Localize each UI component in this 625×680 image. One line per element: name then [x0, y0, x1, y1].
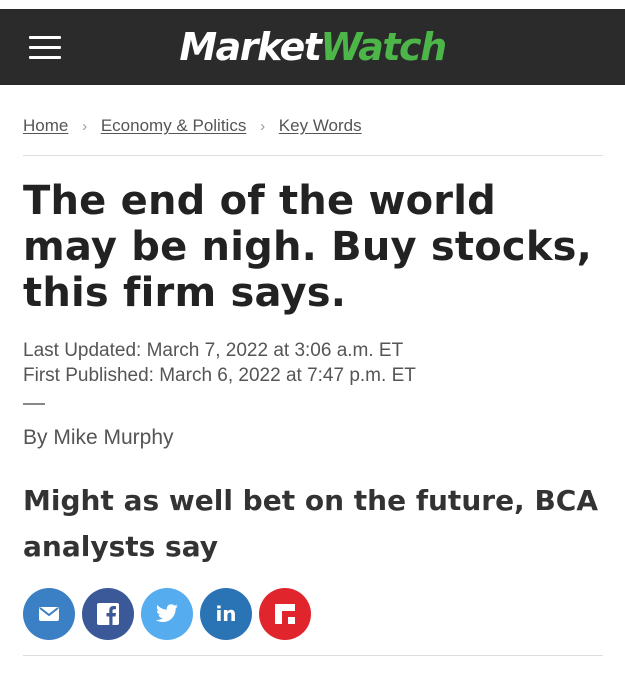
breadcrumb-separator: › — [82, 118, 88, 135]
share-facebook-button[interactable] — [82, 588, 134, 640]
status-strip — [0, 0, 625, 9]
logo-market: Market — [179, 25, 322, 69]
last-updated: Last Updated: March 7, 2022 at 3:06 a.m.… — [23, 340, 404, 361]
site-header: MarketWatch — [0, 9, 625, 85]
facebook-icon — [97, 603, 119, 625]
divider — [23, 655, 603, 656]
article-headline: The end of the world may be nigh. Buy st… — [23, 178, 593, 316]
first-published: First Published: March 6, 2022 at 7:47 p… — [23, 365, 416, 386]
breadcrumb-separator: › — [260, 118, 266, 135]
dash-divider — [23, 403, 45, 405]
breadcrumb-key-words[interactable]: Key Words — [279, 116, 362, 135]
breadcrumb: Home › Economy & Politics › Key Words — [23, 116, 362, 136]
email-icon — [39, 607, 59, 621]
article-subheadline: Might as well bet on the future, BCA ana… — [23, 484, 598, 563]
divider — [23, 155, 603, 156]
article-dates: Last Updated: March 7, 2022 at 3:06 a.m.… — [23, 338, 416, 388]
share-linkedin-button[interactable]: in — [200, 588, 252, 640]
flipboard-icon — [275, 604, 295, 624]
share-email-button[interactable] — [23, 588, 75, 640]
logo-watch: Watch — [320, 25, 447, 69]
twitter-icon — [155, 604, 178, 622]
breadcrumb-economy-politics[interactable]: Economy & Politics — [101, 116, 247, 135]
breadcrumb-home[interactable]: Home — [23, 116, 68, 135]
byline[interactable]: By Mike Murphy — [23, 426, 174, 450]
share-flipboard-button[interactable] — [259, 588, 311, 640]
linkedin-icon: in — [215, 602, 237, 626]
share-twitter-button[interactable] — [141, 588, 193, 640]
marketwatch-logo[interactable]: MarketWatch — [0, 23, 625, 71]
share-bar: in — [23, 588, 311, 640]
